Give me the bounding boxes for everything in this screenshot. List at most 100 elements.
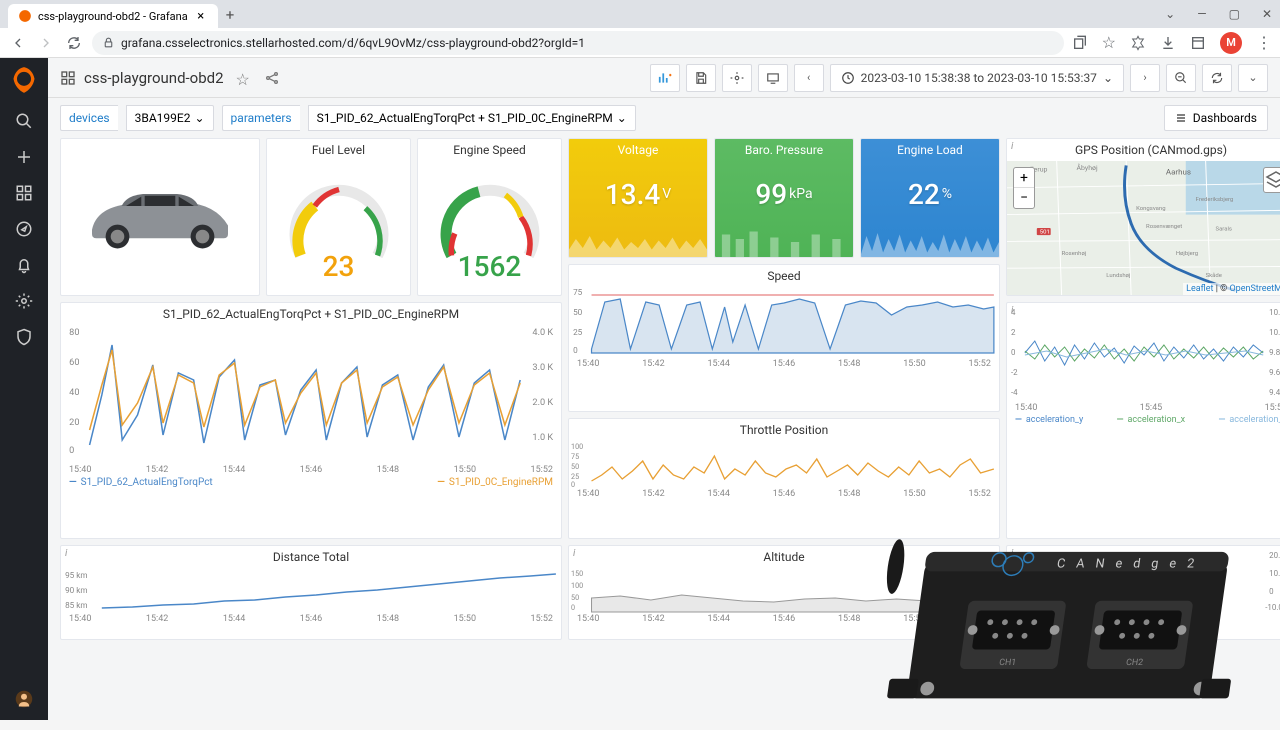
torque-rpm-chart-panel[interactable]: S1_PID_62_ActualEngTorqPct + S1_PID_0C_E… [60,302,562,539]
settings-button[interactable] [722,64,752,92]
chevron-down-icon: ⌄ [617,111,627,125]
grafana-favicon [18,9,32,23]
fuel-level-panel[interactable]: Fuel Level 23 [266,138,411,296]
chrome-menu-icon[interactable]: ⋮ [1256,33,1272,52]
x-axis-labels: 15:4015:4515:50 [1007,403,1280,413]
voltage-value: 13.4 [605,178,661,211]
speed-chart-panel[interactable]: Speed 7550250 15:4015:4215:4415:4615:481… [568,264,1000,412]
forward-button[interactable] [36,33,56,53]
acceleration-chart-panel[interactable]: i 420-2-4 10.210.09.89.69.4 15:4015:4515… [1006,302,1280,539]
distance-chart-panel[interactable]: i Distance Total 95 km90 km85 km 15:4015… [60,545,562,640]
legend-accel-x[interactable]: acceleration_x [1117,415,1185,425]
svg-text:9.6: 9.6 [1269,368,1280,377]
grafana-logo-icon[interactable] [10,66,38,94]
legend-torque[interactable]: S1_PID_62_ActualEngTorqPct [69,477,213,488]
baro-pressure-panel[interactable]: Baro. Pressure 99 kPa [714,138,854,258]
panel-info-icon[interactable]: i [1011,548,1013,559]
map-zoom-controls: + − [1013,167,1035,209]
panel-title: Engine Load [861,139,999,161]
reading-list-icon[interactable] [1190,35,1206,51]
svg-text:150: 150 [571,569,583,578]
altitude-chart-panel[interactable]: i Altitude 150100500 15:4015:4215:4415:4… [568,545,1000,640]
zoom-out-button[interactable]: − [1014,188,1034,208]
address-bar[interactable]: grafana.csselectronics.stellarhosted.com… [92,31,1064,55]
close-window-icon[interactable]: ✕ [1262,7,1272,21]
reload-button[interactable] [64,33,84,53]
engine-speed-panel[interactable]: Engine Speed 1562 [417,138,562,296]
time-range-picker[interactable]: 2023-03-10 15:38:38 to 2023-03-10 15:53:… [830,64,1124,92]
map-canvas[interactable]: GellerupÅbyhøjAarhus FrederiksbjergKongs… [1007,161,1280,295]
zoom-out-button[interactable] [1166,64,1196,92]
svg-text:Højbjerg: Højbjerg [1176,251,1198,257]
share-dashboard-icon[interactable] [264,70,280,86]
var-devices-dropdown[interactable]: 3BA199E2 ⌄ [126,105,214,131]
time-forward-button[interactable]: › [1130,64,1160,92]
refresh-button[interactable] [1202,64,1232,92]
bookmark-star-icon[interactable]: ☆ [1102,33,1116,52]
panel-title: Distance Total [61,546,561,568]
grafana-sidebar [0,58,48,720]
x-axis-labels: 15:4015:4215:4415:4615:4815:5015:52 [61,465,561,475]
unnamed-chart-panel[interactable]: i 20.010.00-10.0 [1006,545,1280,640]
engine-load-panel[interactable]: Engine Load 22 % [860,138,1000,258]
zoom-in-button[interactable]: + [1014,168,1034,188]
maximize-icon[interactable]: ▢ [1229,7,1240,21]
svg-text:2.0 K: 2.0 K [532,398,553,408]
star-dashboard-icon[interactable]: ☆ [236,70,252,86]
var-parameters-dropdown[interactable]: S1_PID_62_ActualEngTorqPct + S1_PID_0C_E… [308,105,636,131]
panel-info-icon[interactable]: i [1011,141,1013,152]
tab-close-icon[interactable]: × [194,9,208,23]
dashboard-grid-icon [60,70,76,86]
baro-value: 99 [755,178,787,211]
svg-text:Skåde: Skåde [1206,272,1222,279]
search-icon[interactable] [15,112,33,130]
breadcrumb-title[interactable]: css-playground-obd2 [84,69,224,87]
refresh-interval-button[interactable]: ⌄ [1238,64,1268,92]
chevron-down-icon[interactable]: ⌄ [1165,7,1175,21]
panel-info-icon[interactable]: i [573,548,575,559]
lock-icon [102,36,115,49]
throttle-chart-panel[interactable]: Throttle Position 1007550250 15:4015:421… [568,418,1000,539]
tv-mode-button[interactable] [758,64,788,92]
legend-rpm[interactable]: S1_PID_0C_EngineRPM [437,477,553,488]
svg-text:95 km: 95 km [65,571,87,580]
shield-icon[interactable] [15,328,33,346]
map-layers-button[interactable] [1263,167,1280,193]
dashboards-icon[interactable] [15,184,33,202]
panel-title: Speed [569,265,999,287]
svg-text:Frederiksbjerg: Frederiksbjerg [1196,197,1234,203]
download-icon[interactable] [1160,35,1176,51]
svg-text:Aarhus: Aarhus [1166,168,1191,177]
svg-text:2: 2 [1011,328,1016,337]
plus-icon[interactable] [15,148,33,166]
new-tab-button[interactable]: + [226,6,235,24]
user-avatar-icon[interactable] [15,690,33,708]
share-page-icon[interactable] [1072,35,1088,51]
car-image-panel [60,138,260,296]
dashboard-topbar: css-playground-obd2 ☆ ‹ 2023-03-10 15:38… [48,58,1280,98]
gear-icon[interactable] [15,292,33,310]
svg-text:-4: -4 [1011,388,1018,397]
dashboards-link-button[interactable]: Dashboards [1164,105,1268,131]
voltage-panel[interactable]: Voltage 13.4V [568,138,708,258]
gps-map-panel[interactable]: i GPS Position (CANmod.gps) GellerupÅbyh… [1006,138,1280,296]
browser-tabstrip: css-playground-obd2 - Grafana × + ⌄ — ▢ … [0,0,1280,28]
time-back-button[interactable]: ‹ [794,64,824,92]
svg-text:0: 0 [571,603,575,612]
save-button[interactable] [686,64,716,92]
panel-info-icon[interactable]: i [65,548,67,559]
svg-text:0: 0 [573,345,578,355]
legend-accel-z[interactable]: acceleration_z [1219,415,1280,425]
torque-rpm-chart: 806040200 4.0 K3.0 K2.0 K1.0 K [61,325,561,465]
alerting-bell-icon[interactable] [15,256,33,274]
minimize-icon[interactable]: — [1197,7,1206,21]
extensions-icon[interactable] [1130,35,1146,51]
unnamed-chart: 20.010.00-10.0 [1007,546,1280,616]
panel-info-icon[interactable]: i [1011,305,1013,316]
legend-accel-y[interactable]: acceleration_y [1015,415,1083,425]
browser-tab[interactable]: css-playground-obd2 - Grafana × [8,4,218,28]
back-button[interactable] [8,33,28,53]
profile-avatar[interactable]: M [1220,32,1242,54]
explore-icon[interactable] [15,220,33,238]
add-panel-button[interactable] [650,64,680,92]
